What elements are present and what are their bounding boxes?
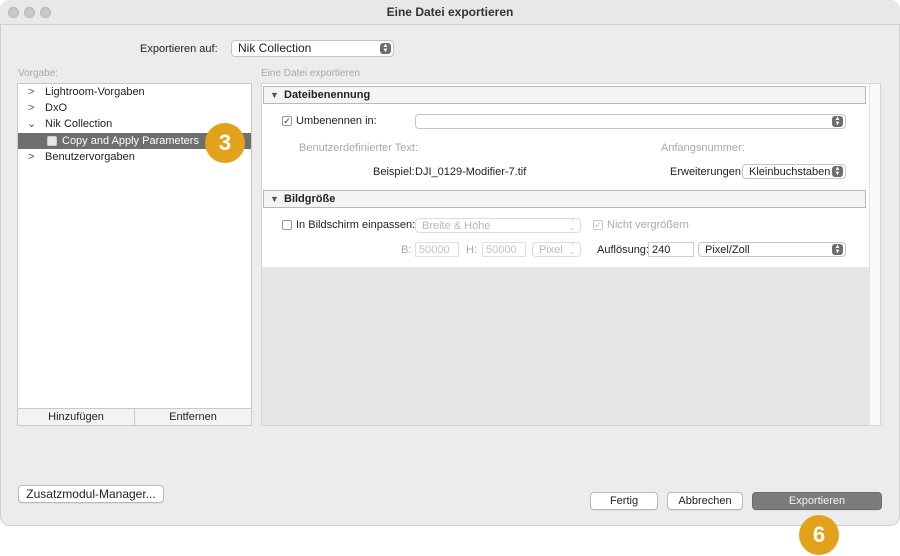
extensions-select[interactable]: Kleinbuchstaben ▲ ▼ (742, 164, 846, 179)
select-arrows-icon: ▲ ▼ (832, 244, 843, 255)
step-badge-6: 6 (799, 515, 839, 555)
export-dialog: Eine Datei exportieren Exportieren auf: … (0, 0, 900, 526)
select-arrows-icon: ⌃ ⌄ (569, 243, 576, 256)
done-button[interactable]: Fertig (590, 492, 658, 510)
select-arrows-icon: ▲ ▼ (832, 116, 843, 127)
preset-checkbox[interactable] (47, 136, 57, 146)
disclosure-triangle-icon: ▼ (270, 90, 279, 100)
chevron-right-icon: > (28, 102, 35, 114)
tree-item-dxo[interactable]: > DxO (18, 100, 251, 116)
height-label: H: (466, 244, 477, 256)
export-to-value: Nik Collection (238, 41, 312, 55)
fit-mode-select[interactable]: Breite & Höhe ⌃ ⌄ (415, 218, 581, 233)
select-arrows-icon: ▲ ▼ (832, 166, 843, 177)
select-arrows-icon: ⌃ ⌄ (569, 219, 576, 232)
extensions-label: Erweiterungen: (670, 166, 744, 178)
resolution-field[interactable]: 240 (648, 242, 694, 257)
select-arrows-icon: ▲ ▼ (380, 43, 391, 54)
height-field[interactable]: 50000 (482, 242, 526, 257)
size-unit-select[interactable]: Pixel ⌃ ⌄ (532, 242, 581, 257)
size-unit-value: Pixel (539, 244, 563, 256)
export-button[interactable]: Exportieren (752, 492, 882, 510)
step-badge-3: 3 (205, 123, 245, 163)
title-bar: Eine Datei exportieren (0, 0, 900, 25)
fit-mode-value: Breite & Höhe (422, 220, 491, 232)
export-to-select[interactable]: Nik Collection ▲ ▼ (231, 40, 394, 57)
tree-item-label: Lightroom-Vorgaben (45, 86, 145, 98)
tree-item-label: Benutzervorgaben (45, 151, 135, 163)
section-title: Dateibenennung (284, 89, 371, 101)
no-enlarge-label: Nicht vergrößern (607, 219, 689, 231)
section-image-size[interactable]: ▼ Bildgröße (263, 190, 866, 208)
remove-preset-button[interactable]: Entfernen (135, 409, 251, 425)
section-file-naming[interactable]: ▼ Dateibenennung (263, 86, 866, 104)
chevron-down-icon: ⌄ (27, 118, 37, 130)
disclosure-triangle-icon: ▼ (270, 194, 279, 204)
example-label: Beispiel: (373, 166, 415, 178)
scrollbar[interactable] (869, 84, 880, 425)
width-field[interactable]: 50000 (415, 242, 459, 257)
width-label: B: (401, 244, 412, 256)
tree-item-label: Copy and Apply Parameters (62, 135, 199, 147)
window-title: Eine Datei exportieren (386, 5, 514, 19)
tree-item-label: DxO (45, 102, 67, 114)
no-enlarge-checkbox[interactable]: ✓ (593, 220, 603, 230)
example-value: DJI_0129-Modifier-7.tif (415, 166, 527, 178)
start-number-label: Anfangsnummer: (661, 142, 745, 154)
rename-checkbox[interactable]: ✓ (282, 116, 292, 126)
resolution-label: Auflösung: (597, 244, 649, 256)
cancel-button[interactable]: Abbrechen (667, 492, 743, 510)
extensions-value: Kleinbuchstaben (749, 166, 831, 178)
resolution-unit-value: Pixel/Zoll (705, 244, 750, 256)
add-preset-button[interactable]: Hinzufügen (18, 409, 135, 425)
chevron-right-icon: > (28, 151, 35, 163)
presets-label: Vorgabe: (18, 68, 59, 79)
rename-select[interactable]: ▲ ▼ (415, 114, 846, 129)
rename-label: Umbenennen in: (296, 115, 377, 127)
section-title: Bildgröße (284, 193, 336, 205)
fit-screen-checkbox[interactable] (282, 220, 292, 230)
plugin-manager-button[interactable]: Zusatzmodul-Manager... (18, 485, 164, 503)
resolution-unit-select[interactable]: Pixel/Zoll ▲ ▼ (698, 242, 846, 257)
chevron-right-icon: > (28, 86, 35, 98)
export-to-label: Exportieren auf: (140, 43, 218, 55)
main-header: Eine Datei exportieren (261, 68, 360, 79)
fit-screen-label: In Bildschirm einpassen: (296, 219, 416, 231)
tree-item-lightroom-presets[interactable]: > Lightroom-Vorgaben (18, 84, 251, 100)
tree-item-label: Nik Collection (45, 118, 113, 130)
tree-footer: Hinzufügen Entfernen (18, 408, 251, 425)
custom-text-label: Benutzerdefinierter Text: (299, 142, 419, 154)
